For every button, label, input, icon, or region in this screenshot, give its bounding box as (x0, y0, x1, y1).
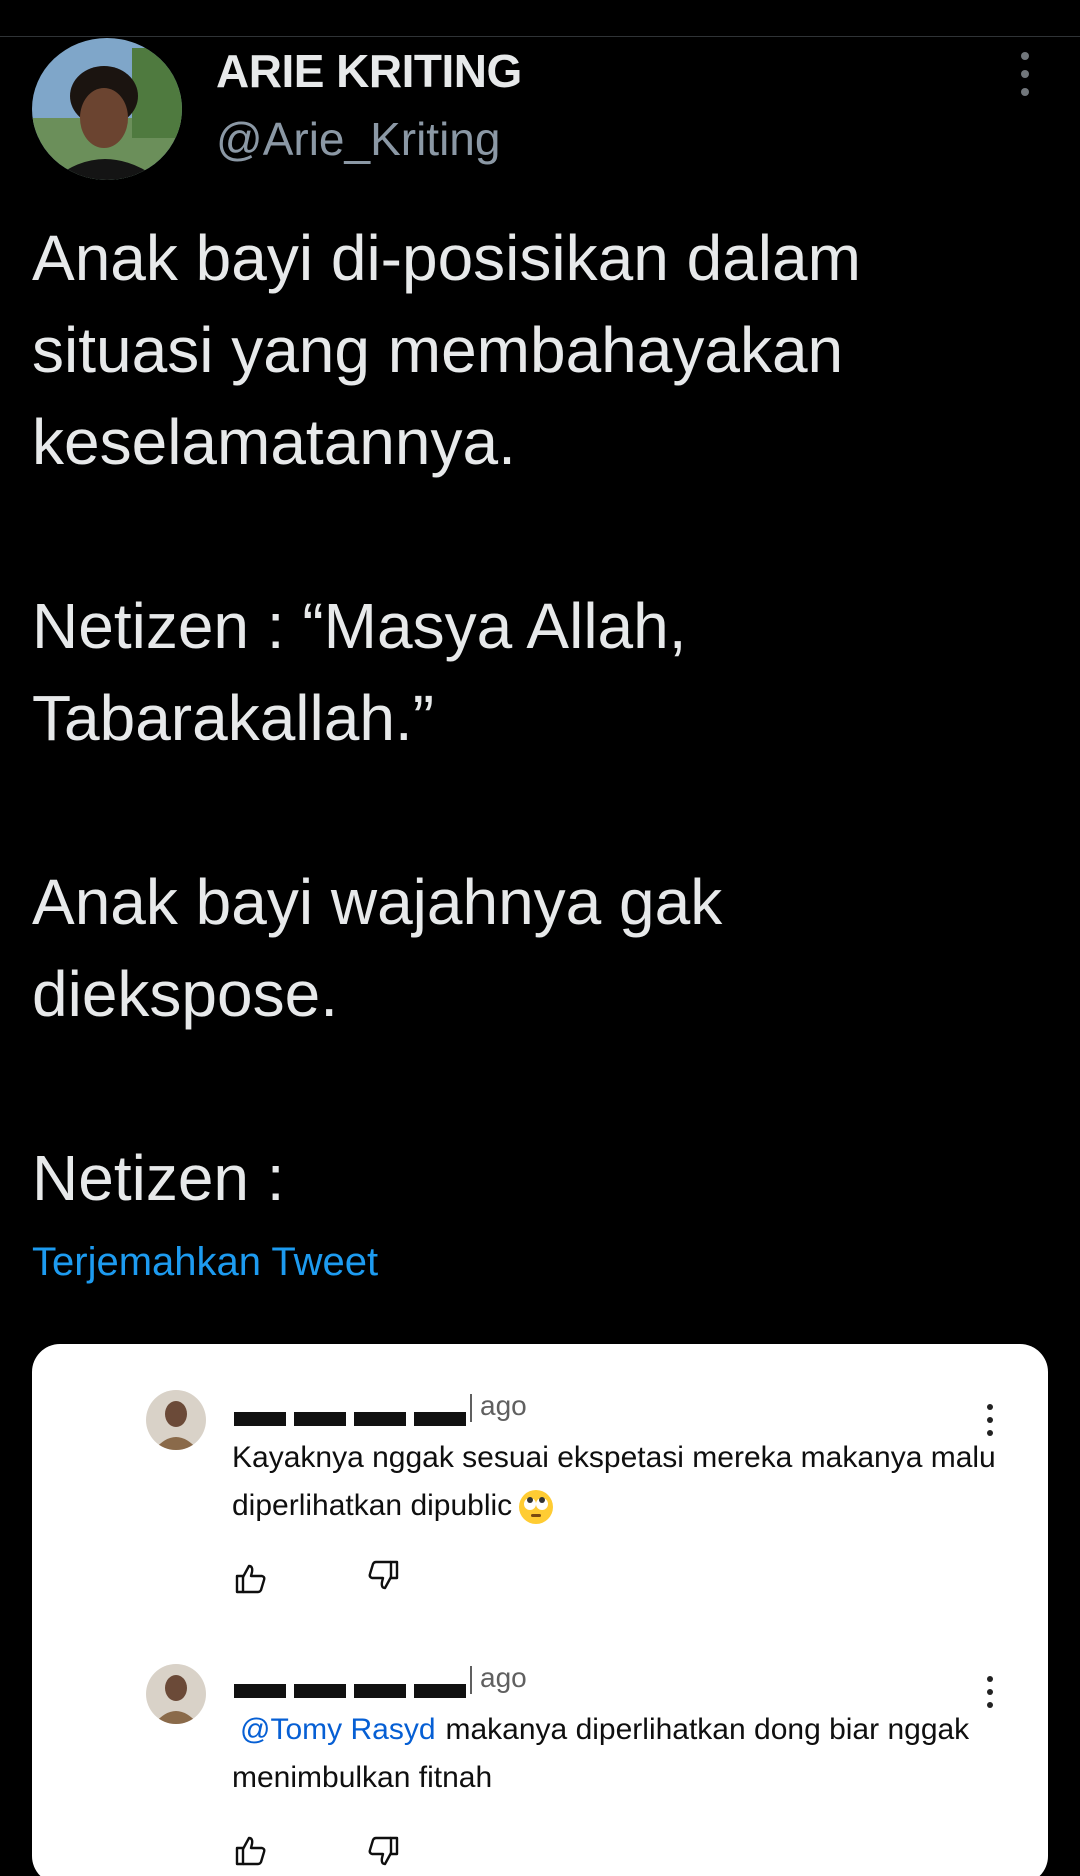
comment-time: ago (470, 1662, 527, 1694)
rolling-eyes-emoji (518, 1489, 554, 1525)
translate-tweet-link[interactable]: Terjemahkan Tweet (32, 1240, 378, 1285)
mention-link[interactable]: @Tomy Rasyd (232, 1713, 446, 1746)
thumbs-down-icon[interactable] (366, 1834, 400, 1868)
thumbs-down-icon[interactable] (366, 1558, 400, 1592)
comment-text: Kayaknya nggak sesuai ekspetasi mereka m… (232, 1434, 1012, 1530)
commenter-avatar (146, 1664, 206, 1724)
redacted-username (234, 1412, 466, 1426)
top-divider (0, 36, 1080, 37)
more-vertical-icon[interactable] (1010, 52, 1040, 96)
tweet-media-image[interactable]: ago Kayaknya nggak sesuai ekspetasi mere… (32, 1344, 1048, 1876)
thumbs-up-icon[interactable] (234, 1562, 268, 1596)
user-handle[interactable]: @Arie_Kriting (216, 112, 500, 166)
comment-text: @Tomy Rasyd makanya diperlihatkan dong bi… (232, 1713, 970, 1794)
comment-more-icon[interactable] (982, 1676, 998, 1708)
thumbs-up-icon[interactable] (234, 1834, 268, 1868)
tweet-text: Anak bayi di-posisikan dalam situasi yan… (32, 222, 861, 1214)
redacted-username (234, 1684, 466, 1698)
comment-time: ago (470, 1390, 527, 1422)
profile-avatar[interactable] (32, 38, 182, 180)
commenter-avatar (146, 1390, 206, 1450)
comment-more-icon[interactable] (982, 1404, 998, 1436)
display-name[interactable]: ARIE KRITING (216, 44, 522, 98)
